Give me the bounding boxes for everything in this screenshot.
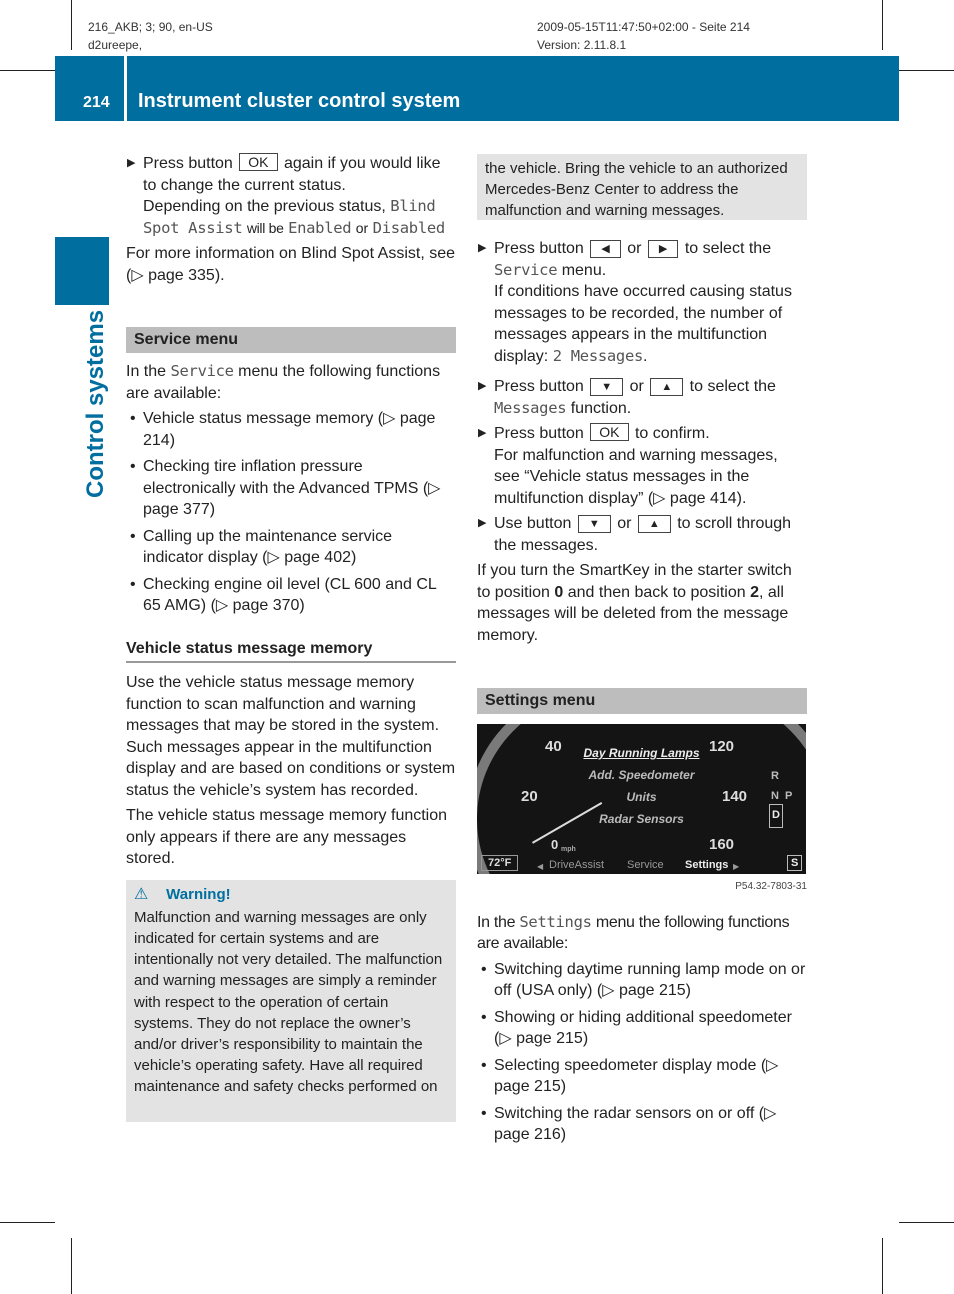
nav-tab-driveassist: DriveAssist <box>549 859 605 871</box>
list-item: • Calling up the maintenance service indi… <box>130 527 393 567</box>
gear-indicator: R <box>771 770 779 782</box>
smartkey-paragraph: If you turn the SmartKey in the starter … <box>477 562 792 644</box>
right-column: the vehicle. Bring the vehicle to an aut… <box>477 154 807 1151</box>
left-column: ▶ Press button OK again if you would lik… <box>126 153 456 1122</box>
down-arrow-key: ▼ <box>577 515 611 533</box>
code-text: Service <box>170 362 234 380</box>
display-menu-item: Units <box>626 790 657 804</box>
instruction-step: ▶ Press button OK to confirm. For malfun… <box>478 423 778 507</box>
instruction-step: ▶ Press button OK again if you would lik… <box>127 153 446 237</box>
warning-triangle-icon: ⚠ <box>134 885 149 903</box>
code-text: Service <box>494 260 558 279</box>
ok-key: OK <box>239 153 278 171</box>
code-text: Messages <box>494 398 567 417</box>
chapter-title: Instrument cluster control system <box>138 90 461 112</box>
side-section-label: Control systems <box>82 309 109 498</box>
nav-tab-service: Service <box>627 859 664 871</box>
step-arrow-icon: ▶ <box>478 242 487 254</box>
warning-title: Warning! <box>166 885 231 903</box>
vsmm-paragraph-2: The vehicle status message memory functi… <box>126 807 448 867</box>
gear-indicator: P <box>785 790 793 802</box>
crop-mark <box>0 1222 55 1223</box>
display-menu-item: Add. Speedometer <box>588 768 695 782</box>
meta-right-line2: Version: 2.11.8.1 <box>537 38 627 52</box>
list-item: • Selecting speedometer display mode (▷ p… <box>481 1056 779 1096</box>
list-item: • Showing or hiding additional speedomete… <box>481 1008 792 1048</box>
left-arrow-key: ◀ <box>590 240 621 258</box>
nav-right-icon: ▶ <box>733 862 740 871</box>
image-caption: P54.32-7803-31 <box>735 881 807 892</box>
crop-mark <box>899 70 954 71</box>
code-text: Enabled <box>288 218 352 237</box>
warning-box-continued: the vehicle. Bring the vehicle to an aut… <box>477 154 807 220</box>
header-divider <box>124 56 127 121</box>
ok-key: OK <box>590 423 629 441</box>
right-arrow-key: ▶ <box>647 240 679 258</box>
print-meta-right: 2009-05-15T11:47:50+02:00 - Seite 214 Ve… <box>537 18 750 54</box>
crop-mark <box>899 1222 954 1223</box>
list-item: • Switching the radar sensors on or off (… <box>481 1104 777 1144</box>
crop-mark <box>882 1238 883 1294</box>
crop-mark <box>71 1238 72 1294</box>
crop-mark <box>882 0 883 50</box>
code-text: Disabled <box>372 218 446 237</box>
more-info-link[interactable]: For more information on Blind Spot Assis… <box>126 243 456 286</box>
code-text: Settings <box>519 912 592 931</box>
list-item: • Vehicle status message memory (▷ page 2… <box>130 410 436 449</box>
section-heading-settings-menu: Settings menu <box>477 688 807 714</box>
meta-right-line1: 2009-05-15T11:47:50+02:00 - Seite 214 <box>537 20 750 34</box>
service-intro: In the Service menu the following functi… <box>126 362 441 402</box>
instrument-cluster-image: 40 20 0 mph 120 140 160 Day Running Lamp… <box>477 724 806 874</box>
side-tab-marker <box>55 237 109 305</box>
page-number: 214 <box>83 94 110 111</box>
step-arrow-icon: ▶ <box>478 517 487 529</box>
list-item: • Switching daytime running lamp mode on … <box>481 960 806 1000</box>
crop-mark <box>71 0 72 50</box>
instruction-step: ▶ Press button ▼ or ▲ to select the Mess… <box>478 378 776 417</box>
meta-left-line1: 216_AKB; 3; 90, en-US <box>88 20 213 34</box>
step-arrow-icon: ▶ <box>478 380 487 392</box>
display-bottom-bar: 72°F ◀ DriveAssist Service Settings ▶ S <box>477 852 806 874</box>
crop-mark <box>0 70 55 71</box>
display-menu-item: Radar Sensors <box>599 812 684 826</box>
list-item: • Checking tire inflation pressure electr… <box>130 458 441 518</box>
settings-intro: In the Settings menu the following funct… <box>477 912 790 953</box>
gear-indicator-active: D <box>769 804 783 828</box>
warning-box: ⚠ Warning! Malfunction and warning messa… <box>126 879 456 1122</box>
print-meta-left: 216_AKB; 3; 90, en-US d2ureepe, <box>88 18 213 54</box>
s-badge: S <box>787 855 803 871</box>
section-heading-service-menu: Service menu <box>126 327 456 353</box>
instruction-step: ▶ Use button ▼ or ▲ to scroll through th… <box>478 515 792 554</box>
subheading-vehicle-status-message-memory: Vehicle status message memory <box>126 638 456 663</box>
up-arrow-key: ▲ <box>650 378 684 396</box>
nav-left-icon: ◀ <box>537 862 544 871</box>
nav-tab-settings: Settings <box>685 859 729 871</box>
vsmm-paragraph-1: Use the vehicle status message memory fu… <box>126 674 456 799</box>
temperature-readout: 72°F <box>481 855 519 871</box>
up-arrow-key: ▲ <box>637 515 671 533</box>
list-item: • Checking engine oil level (CL 600 and C… <box>130 575 437 615</box>
step-arrow-icon: ▶ <box>478 427 487 439</box>
instruction-step: ▶ Press button ◀ or ▶ to select the Serv… <box>478 240 792 365</box>
meta-left-line2: d2ureepe, <box>88 38 143 52</box>
down-arrow-key: ▼ <box>590 378 624 396</box>
display-menu-item-selected: Day Running Lamps <box>583 746 700 760</box>
warning-text: Malfunction and warning messages are onl… <box>134 908 443 1096</box>
step-arrow-icon: ▶ <box>127 157 136 169</box>
code-text: 2 Messages <box>552 346 644 365</box>
